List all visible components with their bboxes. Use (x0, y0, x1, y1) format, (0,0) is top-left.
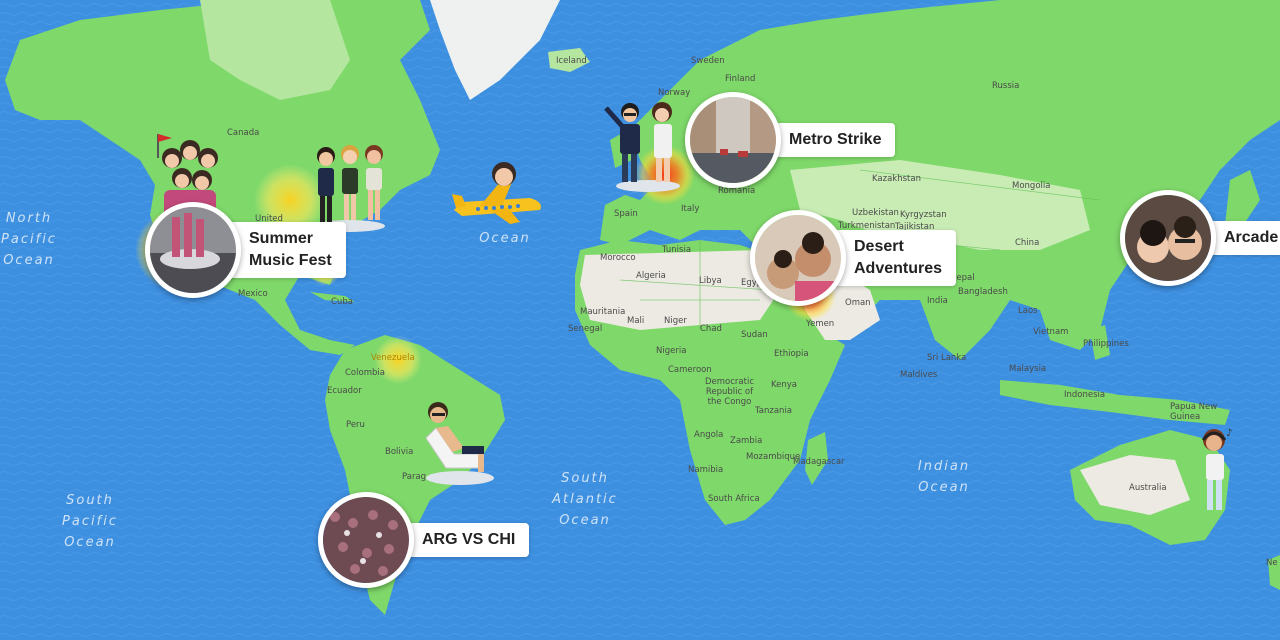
place-label: Mongolia (1012, 181, 1051, 191)
story-summer-music-fest[interactable]: Summer Music Fest (145, 202, 346, 298)
svg-text:♪: ♪ (1226, 428, 1232, 439)
ocean-label-atlantic: Ocean (479, 231, 531, 246)
stadium-crowd-thumbnail (323, 497, 409, 583)
place-label: Vietnam (1033, 327, 1069, 337)
place-label: Russia (992, 81, 1020, 91)
place-label: Algeria (636, 271, 666, 281)
place-label: Venezuela (371, 353, 415, 363)
story-thumbnail[interactable] (145, 202, 241, 298)
story-thumbnail[interactable] (318, 492, 414, 588)
bitmoji-airplane-avatar[interactable] (450, 152, 546, 226)
story-thumbnail[interactable] (750, 210, 846, 306)
place-label: Mauritania (580, 307, 626, 317)
couple-thumbnail (1125, 195, 1211, 281)
ocean-label-south-atlantic: South Atlantic Ocean (552, 471, 618, 528)
story-label[interactable]: Desert Adventures (834, 230, 957, 286)
place-label: Chad (700, 324, 722, 334)
place-label: Maldives (900, 370, 938, 380)
place-label: Bangladesh (958, 287, 1008, 297)
place-label: Libya (699, 276, 722, 286)
place-label: Finland (725, 74, 756, 84)
street-thumbnail (690, 97, 776, 183)
story-label[interactable]: ARG VS CHI (402, 523, 530, 557)
place-label: Colombia (345, 368, 385, 378)
place-label: Ethiopia (774, 349, 809, 359)
story-thumbnail[interactable] (685, 92, 781, 188)
place-label: Indonesia (1064, 390, 1106, 400)
place-label: Ne (1266, 558, 1278, 568)
place-label: Ecuador (327, 386, 362, 396)
place-label: Spain (614, 209, 638, 219)
place-label: Australia (1129, 483, 1167, 493)
ocean-label-north-pacific: North Pacific Ocean (1, 211, 57, 268)
place-label: Cameroon (668, 365, 712, 375)
bitmoji-beach-chair-avatar[interactable] (418, 398, 496, 486)
place-label: Sudan (741, 330, 768, 340)
place-label: Democratic Republic of the Congo (705, 377, 754, 407)
place-label: Cuba (331, 297, 353, 307)
ocean-label-indian: Indian Ocean (917, 459, 971, 495)
place-label: South Africa (708, 494, 760, 504)
place-label: Tunisia (662, 245, 692, 255)
place-label: Nigeria (656, 346, 687, 356)
place-label: Malaysia (1009, 364, 1047, 374)
story-arg-vs-chi[interactable]: ARG VS CHI (318, 492, 530, 588)
place-label: Italy (681, 204, 700, 214)
place-label: Tanzania (755, 406, 793, 416)
selfie-thumbnail (755, 215, 841, 301)
story-thumbnail[interactable] (1120, 190, 1216, 286)
place-label: China (1015, 238, 1040, 248)
place-label: Iceland (556, 56, 587, 66)
story-arcade[interactable]: Arcade R (1120, 190, 1280, 286)
bitmoji-couple-avatar[interactable] (604, 98, 686, 194)
bitmoji-headphones-avatar[interactable]: ♪ (1192, 426, 1238, 522)
place-label: Sri Lanka (927, 353, 967, 363)
place-label: Niger (664, 316, 687, 326)
place-label: Senegal (568, 324, 603, 334)
place-label: Kenya (771, 380, 798, 390)
place-label: Zambia (730, 436, 763, 446)
place-label: Peru (346, 420, 365, 430)
story-label[interactable]: Metro Strike (769, 123, 896, 157)
place-label: Madagascar (793, 457, 845, 467)
place-label: Papua New Guinea (1170, 402, 1218, 422)
story-metro-strike[interactable]: Metro Strike (685, 92, 896, 188)
ocean-label-south-pacific: South Pacific Ocean (62, 493, 118, 550)
place-label: Morocco (600, 253, 636, 263)
place-label: Philippines (1083, 339, 1129, 349)
place-label: Bolivia (385, 447, 414, 457)
place-label: Yemen (806, 319, 835, 329)
place-label: Namibia (688, 465, 724, 475)
place-label: Sweden (691, 56, 725, 66)
crowd-stage-thumbnail (150, 207, 236, 293)
place-label: Canada (227, 128, 260, 138)
place-label: Mali (627, 316, 645, 326)
place-label: Angola (694, 430, 724, 440)
place-label: Laos (1018, 306, 1038, 316)
story-desert-adventures[interactable]: Desert Adventures (750, 210, 957, 306)
story-label[interactable]: Summer Music Fest (229, 222, 346, 278)
